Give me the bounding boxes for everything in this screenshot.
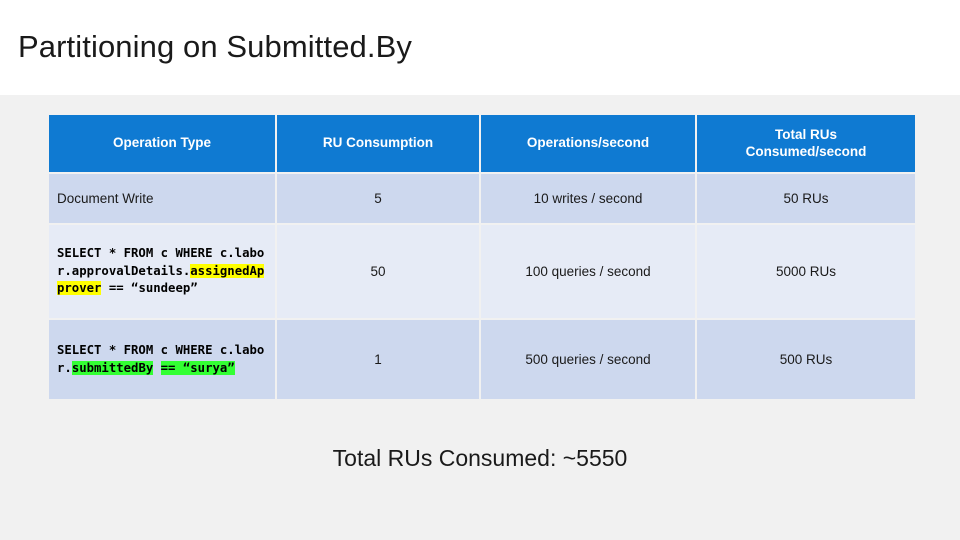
column-header-operation-type: Operation Type: [49, 115, 275, 172]
cell-operation-type: SELECT * FROM c WHERE c.labor.submittedB…: [49, 320, 275, 399]
query-text: SELECT * FROM c WHERE c.labor.approvalDe…: [57, 246, 265, 296]
table-row: SELECT * FROM c WHERE c.labor.submittedB…: [49, 320, 915, 399]
cell-total-rus: 500 RUs: [697, 320, 915, 399]
cell-operations-per-second: 10 writes / second: [481, 174, 695, 223]
cell-total-rus: 5000 RUs: [697, 225, 915, 318]
page-title: Partitioning on Submitted.By: [18, 29, 412, 64]
cell-operation-type: SELECT * FROM c WHERE c.labor.approvalDe…: [49, 225, 275, 318]
table-header: Operation Type RU Consumption Operations…: [49, 115, 915, 172]
title-band: Partitioning on Submitted.By: [0, 0, 960, 95]
cell-total-rus: 50 RUs: [697, 174, 915, 223]
cell-operations-per-second: 500 queries / second: [481, 320, 695, 399]
column-header-ru-consumption: RU Consumption: [277, 115, 479, 172]
ru-comparison-table: Operation Type RU Consumption Operations…: [47, 113, 917, 401]
cell-ru-consumption: 5: [277, 174, 479, 223]
cell-ru-consumption: 1: [277, 320, 479, 399]
slide: Partitioning on Submitted.By Operation T…: [0, 0, 960, 540]
cell-ru-consumption: 50: [277, 225, 479, 318]
query-text: SELECT * FROM c WHERE c.labor.submittedB…: [57, 343, 265, 375]
table-row: Document Write 5 10 writes / second 50 R…: [49, 174, 915, 223]
cell-operations-per-second: 100 queries / second: [481, 225, 695, 318]
column-header-total-rus-line2: Consumed/second: [745, 143, 867, 159]
table-row: SELECT * FROM c WHERE c.labor.approvalDe…: [49, 225, 915, 318]
content-band: Operation Type RU Consumption Operations…: [0, 95, 960, 540]
table-header-row: Operation Type RU Consumption Operations…: [49, 115, 915, 172]
column-header-total-rus-line1: Total RUs: [774, 126, 837, 142]
column-header-total-rus-consumed: Total RUs Consumed/second: [697, 115, 915, 172]
cell-operation-type: Document Write: [49, 174, 275, 223]
table-body: Document Write 5 10 writes / second 50 R…: [49, 174, 915, 399]
column-header-operations-per-second: Operations/second: [481, 115, 695, 172]
operation-label: Document Write: [57, 191, 154, 206]
ru-table-container: Operation Type RU Consumption Operations…: [47, 113, 915, 401]
total-rus-summary: Total RUs Consumed: ~5550: [332, 445, 628, 471]
